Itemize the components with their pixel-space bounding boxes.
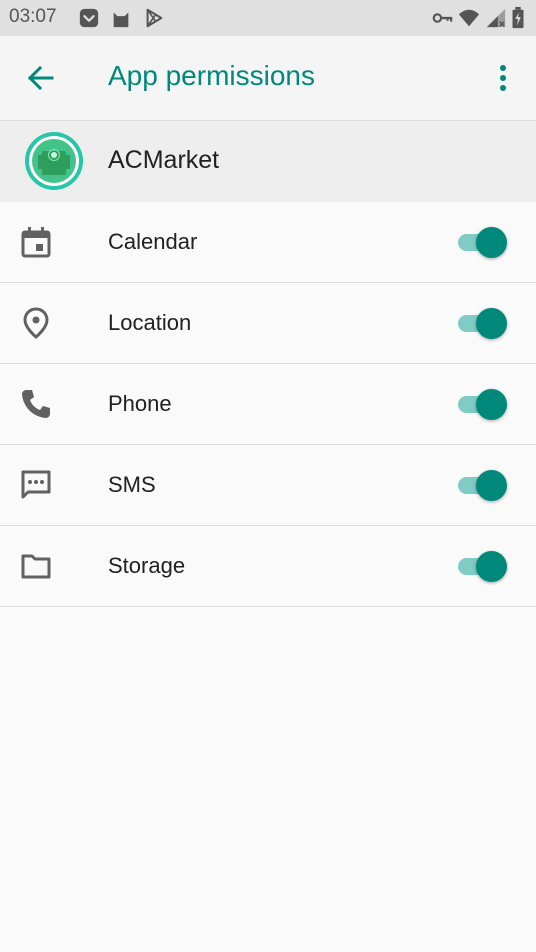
phone-icon [22,390,50,418]
permission-row-calendar[interactable]: Calendar [0,202,536,283]
permission-row-phone[interactable]: Phone [0,364,536,445]
more-vert-icon[interactable] [488,58,518,98]
switch-thumb [476,308,507,339]
battery-icon [512,7,524,29]
permission-label: Phone [108,391,172,416]
wifi-icon [458,9,480,27]
page-title: App permissions [108,60,315,91]
pocket-icon [79,8,99,28]
permission-toggle[interactable] [456,306,510,340]
app-header: ACMarket [0,121,536,202]
arrow-back-icon[interactable] [20,56,64,100]
switch-thumb [476,227,507,258]
vpn-key-icon [432,13,453,23]
app-name: ACMarket [108,146,220,174]
permission-label: Location [108,310,192,335]
permission-toggle[interactable] [456,225,510,259]
permission-toggle[interactable] [456,387,510,421]
signal-icon [486,8,506,28]
acmarket-app-icon [25,132,83,190]
calendar-icon [21,227,51,258]
permission-toggle[interactable] [456,468,510,502]
permission-label: SMS [108,472,156,497]
permission-row-location[interactable]: Location [0,283,536,364]
folder-icon [21,554,51,579]
permission-label: Storage [108,553,186,578]
permission-row-sms[interactable]: SMS [0,445,536,526]
app-toolbar: App permissions [0,36,536,121]
sms-icon [21,470,51,499]
status-bar: 03:07 [0,0,536,36]
switch-thumb [476,551,507,582]
play-store-icon [146,8,163,28]
switch-thumb [476,389,507,420]
permission-label: Calendar [108,229,198,254]
cat-icon [113,12,129,28]
permission-toggle[interactable] [456,549,510,583]
status-time: 03:07 [9,6,57,27]
permission-row-storage[interactable]: Storage [0,526,536,607]
location-icon [23,307,49,339]
switch-thumb [476,470,507,501]
